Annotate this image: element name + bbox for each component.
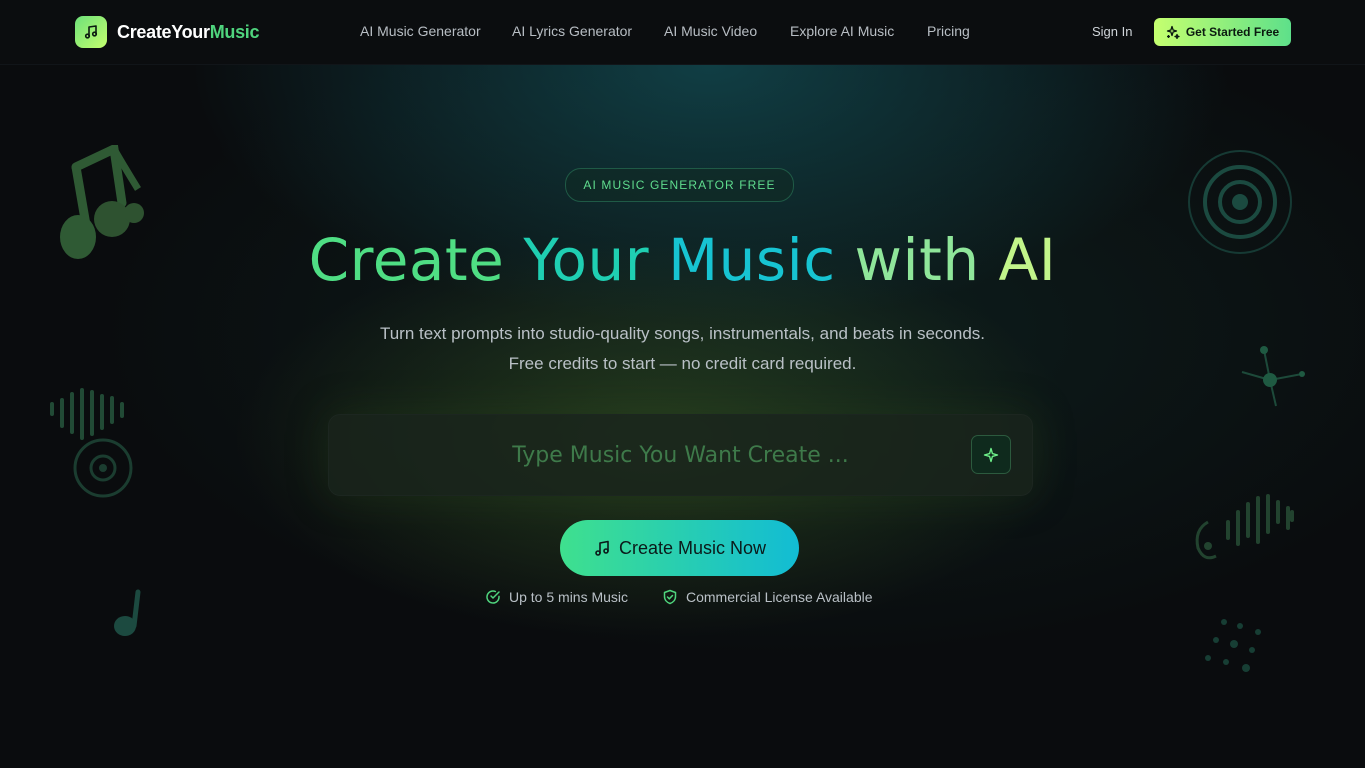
music-prompt-box <box>328 414 1033 496</box>
brand-name-part2: Music <box>209 21 260 42</box>
feature-duration: Up to 5 mins Music <box>485 589 628 605</box>
prompt-sparkle-button[interactable] <box>971 435 1011 474</box>
hero-title: Create Your Music with AI <box>0 226 1365 294</box>
hero-title-word-1: Create <box>308 226 505 294</box>
hero-title-word-5: AI <box>998 226 1057 294</box>
get-started-free-button[interactable]: Get Started Free <box>1154 18 1291 46</box>
soundwave-disc-decoration-icon <box>50 388 133 498</box>
nav-link-ai-music-video[interactable]: AI Music Video <box>664 23 757 39</box>
hero-title-word-2: Your <box>523 226 650 294</box>
feature-license-label: Commercial License Available <box>686 589 873 605</box>
hero-badge: AI MUSIC GENERATOR FREE <box>565 168 794 202</box>
nav-link-ai-lyrics-generator[interactable]: AI Lyrics Generator <box>512 23 632 39</box>
top-navigation: CreateYourMusic AI Music Generator AI Ly… <box>0 0 1365 65</box>
music-note-icon <box>595 540 609 556</box>
sparkles-icon <box>1166 25 1180 39</box>
brand-logo[interactable]: CreateYourMusic <box>75 16 260 48</box>
get-started-free-label: Get Started Free <box>1185 25 1280 39</box>
hero-subtitle-line-2: Free credits to start — no credit card r… <box>508 354 857 373</box>
check-circle-icon <box>486 590 500 604</box>
hero-subtitle-line-1: Turn text prompts into studio-quality so… <box>379 324 986 343</box>
soundwave-note-decoration-icon <box>1195 494 1294 560</box>
hero-title-word-4: with <box>854 226 980 294</box>
eighth-note-decoration-icon <box>114 589 141 636</box>
brand-name: CreateYourMusic <box>117 21 260 43</box>
sparkle-icon <box>983 447 999 462</box>
music-prompt-input[interactable] <box>329 415 1032 495</box>
feature-duration-label: Up to 5 mins Music <box>509 589 629 605</box>
feature-license: Commercial License Available <box>662 589 873 605</box>
create-music-now-button[interactable]: Create Music Now <box>560 520 799 576</box>
hero-subtitle: Turn text prompts into studio-quality so… <box>0 319 1365 379</box>
music-note-icon <box>75 16 107 48</box>
dots-decoration-icon <box>1205 619 1261 672</box>
shield-check-icon <box>663 589 677 605</box>
nav-link-explore-ai-music[interactable]: Explore AI Music <box>790 23 894 39</box>
create-music-now-label: Create Music Now <box>618 537 767 558</box>
nav-link-ai-music-generator[interactable]: AI Music Generator <box>360 23 481 39</box>
nav-link-pricing[interactable]: Pricing <box>927 23 970 39</box>
hero-title-word-3: Music <box>668 226 836 294</box>
sign-in-link[interactable]: Sign In <box>1092 24 1132 39</box>
brand-name-part1: CreateYour <box>117 21 210 42</box>
